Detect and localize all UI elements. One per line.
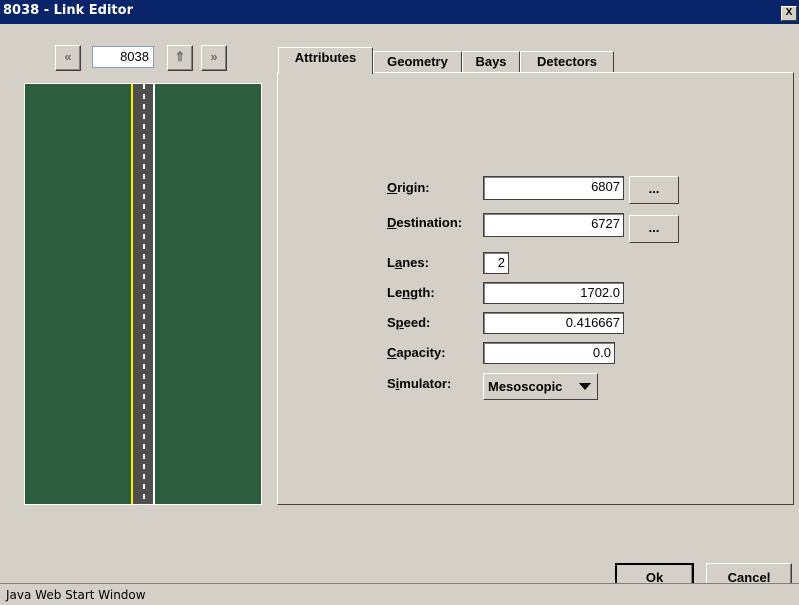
road-preview [24, 83, 262, 505]
speed-label: Speed: [387, 315, 431, 330]
simulator-label: Simulator: [387, 376, 452, 391]
length-label: Length: [387, 285, 435, 300]
destination-field[interactable]: 6727 [483, 213, 624, 237]
window-title: 8038 - Link Editor [3, 3, 133, 18]
tab-attributes[interactable]: Attributes [278, 47, 373, 74]
origin-field[interactable]: 6807 [483, 176, 624, 200]
simulator-value: Mesoscopic [488, 379, 563, 394]
simulator-select[interactable]: Mesoscopic [483, 373, 598, 400]
capacity-label: Capacity: [387, 345, 446, 360]
status-text: Java Web Start Window [6, 588, 146, 602]
edge-line [153, 84, 155, 504]
dropdown-arrow-icon [579, 383, 591, 390]
link-editor-window: 8038 - Link Editor X « 8038 ⇑ » Attribut… [0, 0, 799, 605]
previous-link-button[interactable]: « [55, 45, 81, 71]
capacity-field[interactable]: 0.0 [483, 342, 615, 364]
double-chevron-left-icon: « [64, 49, 72, 64]
status-bar: Java Web Start Window [0, 583, 799, 605]
double-chevron-right-icon: » [210, 49, 218, 64]
length-field[interactable]: 1702.0 [483, 282, 624, 304]
close-button[interactable]: X [781, 6, 797, 21]
lane-divider [143, 84, 145, 504]
double-chevron-up-icon: ⇑ [174, 49, 186, 64]
next-link-button[interactable]: » [201, 45, 227, 71]
origin-label: Origin: [387, 180, 430, 195]
origin-browse-button[interactable]: ... [629, 176, 679, 204]
lanes-label: Lanes: [387, 255, 429, 270]
tab-detectors[interactable]: Detectors [520, 51, 614, 72]
tab-bays[interactable]: Bays [462, 51, 520, 72]
upstream-link-button[interactable]: ⇑ [167, 45, 193, 71]
lanes-field[interactable]: 2 [483, 252, 509, 274]
title-bar[interactable]: 8038 - Link Editor X [0, 0, 799, 24]
destination-browse-button[interactable]: ... [629, 215, 679, 243]
tab-geometry[interactable]: Geometry [373, 51, 462, 72]
link-id-field[interactable]: 8038 [92, 46, 154, 68]
speed-field[interactable]: 0.416667 [483, 312, 624, 334]
destination-label: Destination: [387, 215, 463, 230]
